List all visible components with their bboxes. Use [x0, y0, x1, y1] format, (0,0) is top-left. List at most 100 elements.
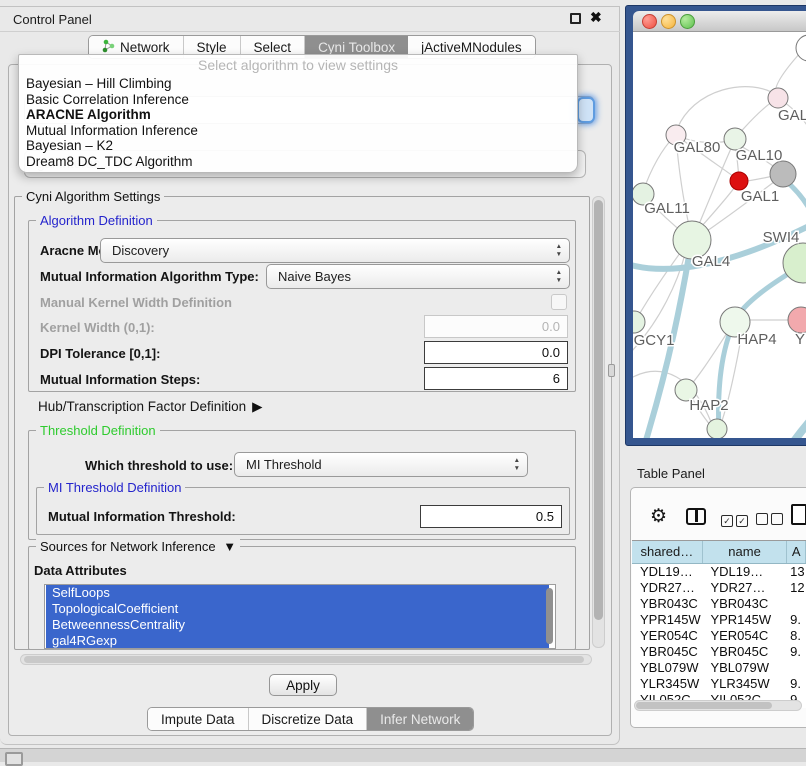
- column-header-name[interactable]: name: [703, 541, 788, 563]
- table-cell: YLR345W: [632, 676, 702, 692]
- node-label-gcy1: GCY1: [634, 332, 675, 349]
- table-cell: YBR045C: [702, 644, 785, 660]
- table-cell: YPR145W: [702, 612, 785, 628]
- apply-button[interactable]: Apply: [269, 674, 337, 696]
- algorithm-popup-list: Bayesian – Hill ClimbingBasic Correlatio…: [19, 76, 577, 169]
- table-cell: YER054C: [632, 628, 702, 644]
- table-row[interactable]: YBL079WYBL079W: [632, 660, 806, 676]
- tab-impute-data[interactable]: Impute Data: [148, 708, 249, 730]
- attribute-item-gal4rgexp[interactable]: gal4RGexp: [46, 633, 549, 649]
- node-label-y: Y: [795, 331, 805, 348]
- table-horizontal-scrollbar-thumb[interactable]: [636, 702, 772, 709]
- panel-divider-handle[interactable]: [608, 364, 615, 377]
- network-window-titlebar[interactable]: [633, 11, 806, 32]
- table-cell: 13: [785, 564, 806, 580]
- kernel-width-field: 0.0: [424, 315, 568, 338]
- algorithm-option-basic-correlation-inference[interactable]: Basic Correlation Inference: [19, 92, 577, 108]
- table-row[interactable]: YER054CYER054C8.: [632, 628, 806, 644]
- mi-threshold-label: Mutual Information Threshold:: [48, 509, 236, 524]
- network-view-canvas[interactable]: GALGAL80GAL10GAL1GAL11GAL4SWI4GCY1HAP4YH…: [633, 32, 806, 438]
- table-cell: YBL079W: [702, 660, 785, 676]
- minimize-traffic-light-icon[interactable]: [661, 14, 676, 29]
- tab-discretize-data[interactable]: Discretize Data: [249, 708, 368, 730]
- combobox-arrow-button[interactable]: [577, 97, 595, 123]
- table-row[interactable]: YLR345WYLR345W9.: [632, 676, 806, 692]
- close-traffic-light-icon[interactable]: [642, 14, 657, 29]
- node-label-gal1: GAL1: [741, 188, 779, 205]
- column-header-a[interactable]: A: [787, 541, 806, 563]
- mi-steps-field[interactable]: 6: [424, 367, 568, 390]
- column-header-shared[interactable]: shared…: [632, 541, 703, 563]
- algorithm-option-bayesian-hill-climbing[interactable]: Bayesian – Hill Climbing: [19, 76, 577, 92]
- network-node[interactable]: [796, 35, 806, 61]
- dpi-tolerance-field[interactable]: 0.0: [424, 341, 568, 364]
- columns-icon[interactable]: [686, 508, 706, 525]
- table-cell: YBL079W: [632, 660, 702, 676]
- node-table[interactable]: shared…nameAYDL19…YDL19…13YDR27…YDR27…12…: [632, 540, 806, 708]
- hub-definition-toggle[interactable]: Hub/Transcription Factor Definition▶: [38, 399, 262, 415]
- mi-type-label: Mutual Information Algorithm Type:: [40, 269, 259, 284]
- table-row[interactable]: YBR045CYBR045C9.: [632, 644, 806, 660]
- manual-kernel-checkbox[interactable]: [551, 294, 567, 310]
- attributes-list-scrollbar[interactable]: [546, 588, 553, 644]
- data-attributes-list[interactable]: SelfLoopsTopologicalCoefficientBetweenne…: [44, 584, 556, 649]
- network-node[interactable]: [707, 419, 727, 438]
- network-node-gcy1[interactable]: [633, 311, 645, 333]
- bottom-status-strip: [0, 748, 806, 762]
- float-window-icon[interactable]: [570, 13, 581, 24]
- table-cell: YDR27…: [632, 580, 702, 596]
- checked-boxes-icon[interactable]: ✓✓: [721, 511, 751, 529]
- kernel-width-label: Kernel Width (0,1):: [40, 320, 155, 335]
- attribute-item-selfloops[interactable]: SelfLoops: [46, 585, 549, 601]
- network-edge[interactable]: [719, 266, 801, 434]
- table-cell: 8.: [785, 628, 806, 644]
- cyni-settings-legend: Cyni Algorithm Settings: [22, 189, 164, 204]
- which-threshold-combobox[interactable]: MI Threshold ▲▼: [234, 452, 528, 477]
- combo-arrows-icon: ▲▼: [556, 269, 562, 285]
- page-icon[interactable]: [791, 504, 806, 525]
- mi-type-combobox[interactable]: Naive Bayes ▲▼: [266, 264, 570, 289]
- settings-vertical-scrollbar-thumb[interactable]: [594, 200, 603, 620]
- table-row[interactable]: YDL19…YDL19…13: [632, 564, 806, 580]
- collapse-down-icon: ▼: [223, 539, 236, 554]
- table-cell: YBR045C: [632, 644, 702, 660]
- network-edge[interactable]: [769, 404, 806, 438]
- close-icon[interactable]: ✖: [590, 9, 602, 26]
- settings-horizontal-scrollbar-thumb[interactable]: [24, 656, 584, 663]
- table-cell: 12: [785, 580, 806, 596]
- control-panel-title: Control Panel: [13, 12, 92, 27]
- algorithm-option-bayesian-k2[interactable]: Bayesian – K2: [19, 138, 577, 154]
- threshold-definition-legend: Threshold Definition: [36, 423, 160, 438]
- node-label-swi4: SWI4: [763, 229, 800, 246]
- table-cell: YDR27…: [702, 580, 785, 596]
- algorithm-option-aracne-algorithm[interactable]: ARACNE Algorithm: [19, 107, 577, 123]
- mi-threshold-legend: MI Threshold Definition: [44, 480, 185, 495]
- tab-infer-network[interactable]: Infer Network: [367, 708, 473, 730]
- node-label-gal: GAL: [778, 107, 806, 124]
- collapsed-panel-icon[interactable]: [5, 752, 23, 766]
- network-node-gal[interactable]: [768, 88, 788, 108]
- sources-legend[interactable]: Sources for Network Inference ▼: [36, 539, 240, 554]
- node-label-gal4: GAL4: [692, 253, 730, 270]
- attribute-item-topologicalcoefficient[interactable]: TopologicalCoefficient: [46, 601, 549, 617]
- network-node-y[interactable]: [788, 307, 806, 333]
- manual-kernel-label: Manual Kernel Width Definition: [40, 295, 232, 310]
- attribute-item-betweennesscentrality[interactable]: BetweennessCentrality: [46, 617, 549, 633]
- unchecked-boxes-icon[interactable]: [756, 512, 786, 530]
- mi-threshold-field[interactable]: 0.5: [420, 505, 562, 528]
- network-node[interactable]: [770, 161, 796, 187]
- node-label-gal80: GAL80: [674, 139, 721, 156]
- algorithm-option-dream8-dc-tdc-algorithm[interactable]: Dream8 DC_TDC Algorithm: [19, 154, 577, 170]
- network-edge[interactable]: [695, 144, 733, 234]
- table-row[interactable]: YPR145WYPR145W9.: [632, 612, 806, 628]
- gear-icon[interactable]: ⚙: [650, 505, 667, 528]
- table-cell: 9.: [785, 612, 806, 628]
- zoom-traffic-light-icon[interactable]: [680, 14, 695, 29]
- algorithm-option-mutual-information-inference[interactable]: Mutual Information Inference: [19, 123, 577, 139]
- table-row[interactable]: YDR27…YDR27…12: [632, 580, 806, 596]
- control-panel-titlebar: Control Panel: [0, 8, 620, 32]
- aracne-mode-combobox[interactable]: Discovery ▲▼: [100, 238, 570, 263]
- node-label-hap4: HAP4: [737, 331, 776, 348]
- table-row[interactable]: YBR043CYBR043C: [632, 596, 806, 612]
- which-threshold-label: Which threshold to use:: [85, 458, 233, 473]
